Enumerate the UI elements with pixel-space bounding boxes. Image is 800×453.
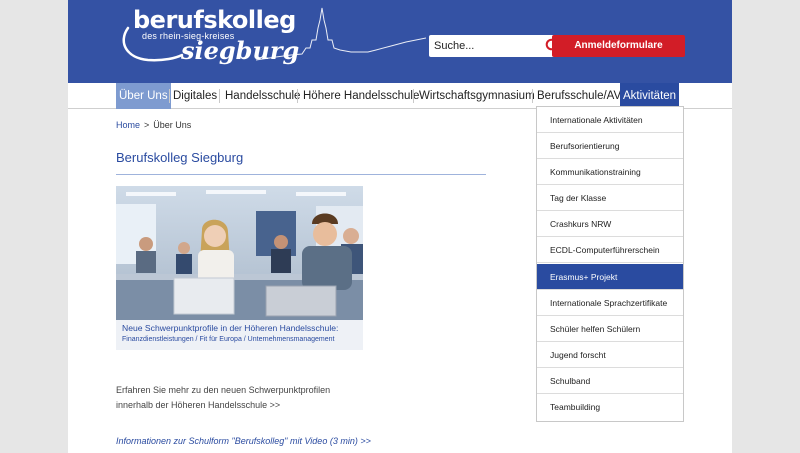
dropdown-item-jugend-forscht[interactable]: Jugend forscht: [537, 342, 683, 368]
title-divider: [116, 174, 486, 175]
nav-divider: [297, 89, 298, 103]
logo-siegburg[interactable]: siegburg: [181, 36, 299, 65]
nav-divider: [219, 89, 220, 103]
dropdown-item-crashkurs-nrw[interactable]: Crashkurs NRW: [537, 211, 683, 237]
dropdown-item-internationale-aktivitaeten[interactable]: Internationale Aktivitäten: [537, 107, 683, 133]
dropdown-item-erasmus[interactable]: Erasmus+ Projekt: [537, 264, 683, 290]
nav-item-wirtschaftsgymnasium[interactable]: Wirtschaftsgymnasium: [416, 83, 538, 109]
dropdown-item-kommunikationstraining[interactable]: Kommunikationstraining: [537, 159, 683, 185]
intro-text: Erfahren Sie mehr zu den neuen Schwerpun…: [116, 383, 376, 413]
dropdown-item-tag-der-klasse[interactable]: Tag der Klasse: [537, 185, 683, 211]
dropdown-item-teambuilding[interactable]: Teambuilding: [537, 394, 683, 420]
teaser-title: Neue Schwerpunktprofile in der Höheren H…: [122, 323, 339, 333]
breadcrumb-home[interactable]: Home: [116, 120, 140, 130]
search-box: [429, 35, 565, 57]
dropdown-item-schulband[interactable]: Schulband: [537, 368, 683, 394]
registration-forms-button[interactable]: Anmeldeformulare: [552, 35, 685, 57]
teaser-banner[interactable]: Neue Schwerpunktprofile in der Höheren H…: [116, 186, 363, 350]
dropdown-item-schueler-helfen-schuelern[interactable]: Schüler helfen Schülern: [537, 316, 683, 342]
page: berufskolleg des rhein-sieg-kreises sieg…: [68, 0, 732, 453]
site-header: berufskolleg des rhein-sieg-kreises sieg…: [68, 0, 732, 83]
teaser-caption: Neue Schwerpunktprofile in der Höheren H…: [116, 320, 363, 350]
logo-berufskolleg[interactable]: berufskolleg: [133, 6, 296, 34]
nav-divider: [413, 89, 414, 103]
dropdown-item-ecdl[interactable]: ECDL-Computerführerschein: [537, 237, 683, 263]
breadcrumb-current: Über Uns: [153, 120, 192, 130]
nav-item-hoehere-handelsschule[interactable]: Höhere Handelsschule: [300, 83, 422, 109]
breadcrumb-separator: >: [144, 120, 150, 130]
nav-item-digitales[interactable]: Digitales: [170, 83, 220, 109]
intro-text-link[interactable]: innerhalb der Höheren Handelsschule >>: [116, 398, 376, 413]
intro-text-line: Erfahren Sie mehr zu den neuen Schwerpun…: [116, 385, 331, 395]
nav-item-ueber-uns[interactable]: Über Uns: [116, 83, 171, 109]
search-input[interactable]: [429, 35, 539, 57]
aktivitaeten-dropdown: Internationale Aktivitäten Berufsorienti…: [536, 106, 684, 422]
dropdown-item-berufsorientierung[interactable]: Berufsorientierung: [537, 133, 683, 159]
dropdown-item-sprachzertifikate[interactable]: Internationale Sprachzertifikate: [537, 290, 683, 316]
nav-item-handelsschule[interactable]: Handelsschule: [222, 83, 303, 109]
classroom-photo: [116, 186, 363, 320]
page-title: Berufskolleg Siegburg: [116, 150, 244, 165]
nav-divider: [532, 89, 533, 103]
breadcrumb: Home > Über Uns: [116, 120, 191, 130]
teaser-subtitle: Finanzdienstleistungen / Fit für Europa …: [122, 336, 335, 343]
video-info-link[interactable]: Informationen zur Schulform "Berufskolle…: [116, 436, 371, 446]
